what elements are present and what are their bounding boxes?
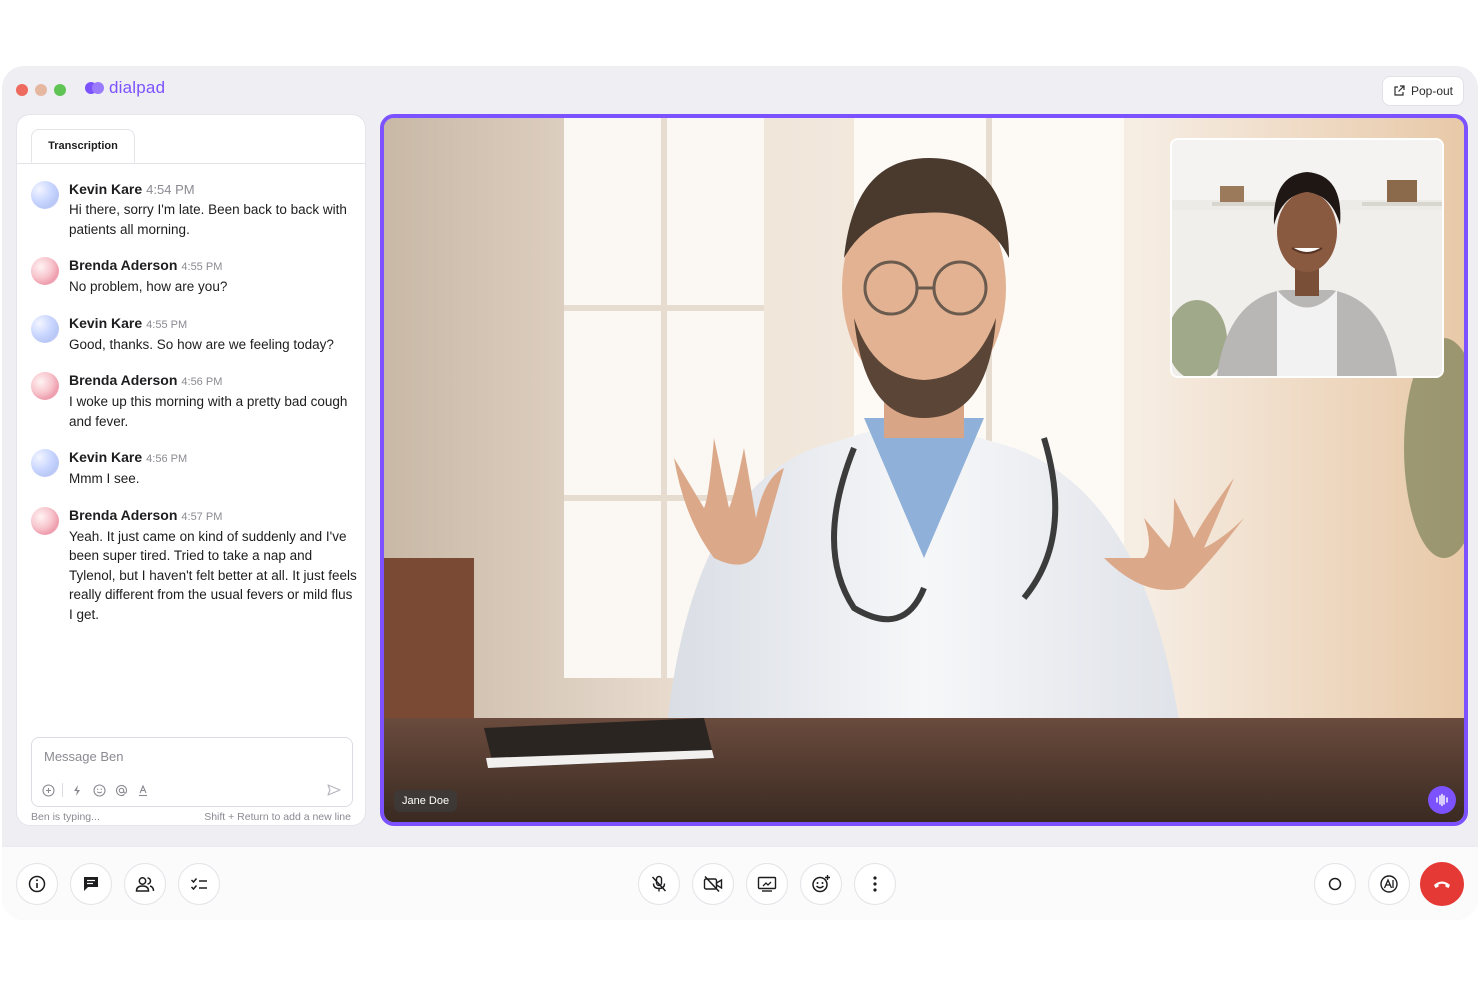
mention-icon[interactable]	[113, 782, 129, 798]
message-author: Brenda Aderson	[69, 372, 178, 388]
transcription-panel: Transcription Kevin Kare 4:54 PM Hi there…	[16, 114, 366, 826]
mute-button[interactable]	[638, 863, 680, 905]
message-time: 4:56 PM	[181, 376, 223, 388]
info-button[interactable]	[16, 863, 58, 905]
reactions-button[interactable]	[800, 863, 842, 905]
composer-toolbar	[40, 782, 151, 798]
composer-hint: Shift + Return to add a new line	[204, 811, 351, 823]
message-text: Yeah. It just came on kind of suddenly a…	[69, 528, 357, 622]
message-item: Kevin Kare 4:55 PM Good, thanks. So how a…	[31, 313, 357, 355]
text-format-icon[interactable]	[135, 782, 151, 798]
avatar	[31, 257, 59, 285]
avatar	[31, 181, 59, 209]
app-window: dialpad Pop-out Transcription Kevin Kare…	[2, 66, 1478, 920]
more-icon	[873, 876, 877, 892]
logo-text: dialpad	[109, 78, 166, 97]
popout-label: Pop-out	[1410, 84, 1453, 98]
message-text: Good, thanks. So how are we feeling toda…	[69, 336, 334, 352]
end-call-icon	[1434, 881, 1450, 888]
video-feed-patient	[1172, 140, 1442, 376]
info-icon	[28, 875, 46, 893]
message-author: Kevin Kare	[69, 449, 143, 465]
toolbar-divider	[62, 783, 63, 797]
screen-share-button[interactable]	[746, 863, 788, 905]
maximize-window-button[interactable]	[54, 84, 66, 96]
message-text: I woke up this morning with a pretty bad…	[69, 394, 348, 429]
more-options-button[interactable]	[854, 863, 896, 905]
message-item: Kevin Kare 4:56 PM Mmm I see.	[31, 447, 357, 489]
call-controls	[2, 846, 1478, 920]
avatar	[31, 506, 59, 535]
participants-button[interactable]	[124, 863, 166, 905]
participant-name: Jane Doe	[402, 795, 450, 807]
ai-assist-button[interactable]	[1368, 863, 1410, 905]
minimize-window-button[interactable]	[35, 84, 47, 96]
window-controls	[16, 84, 66, 96]
avatar	[31, 372, 59, 400]
participant-label: Jane Doe	[394, 790, 458, 812]
typing-status: Ben is typing...	[31, 811, 100, 823]
message-item: Brenda Aderson 4:55 PM No problem, how ar…	[31, 255, 357, 297]
avatar	[31, 449, 59, 477]
dialpad-logo-icon	[85, 82, 104, 94]
message-time: 4:55 PM	[146, 318, 188, 331]
screen-share-icon	[757, 876, 777, 892]
chat-icon	[84, 877, 98, 891]
message-item: Kevin Kare 4:54 PM Hi there, sorry I'm la…	[31, 179, 357, 239]
audio-activity-button[interactable]	[1428, 786, 1456, 814]
popout-button[interactable]: Pop-out	[1381, 76, 1464, 106]
chat-button[interactable]	[70, 863, 112, 905]
tasks-button[interactable]	[178, 863, 220, 905]
soundwave-icon	[1436, 793, 1448, 807]
avatar	[31, 314, 59, 343]
send-icon[interactable]	[326, 782, 342, 798]
message-text: No problem, how are you?	[69, 279, 228, 294]
message-author: Kevin Kare	[69, 314, 143, 331]
tasks-icon	[190, 878, 207, 891]
mic-off-icon	[651, 875, 667, 892]
message-item: Brenda Aderson 4:57 PM Yeah. It just came…	[31, 505, 357, 625]
message-item: Brenda Aderson 4:56 PM I woke up this mor…	[31, 370, 357, 431]
message-author: Kevin Kare	[69, 181, 143, 197]
main-video: Jane Doe	[380, 114, 1468, 826]
video-toggle-button[interactable]	[692, 863, 734, 905]
message-time: 4:54 PM	[146, 182, 195, 197]
external-link-icon	[1394, 85, 1405, 96]
end-call-button[interactable]	[1420, 862, 1464, 906]
message-time: 4:56 PM	[146, 453, 188, 465]
tab-transcription-label: Transcription	[48, 140, 118, 152]
tab-bar: Transcription	[17, 115, 365, 164]
reactions-icon	[812, 875, 830, 893]
self-view-video[interactable]	[1170, 138, 1444, 378]
close-window-button[interactable]	[16, 84, 28, 96]
message-time: 4:57 PM	[181, 510, 223, 523]
ai-icon	[1380, 875, 1398, 893]
message-list: Kevin Kare 4:54 PM Hi there, sorry I'm la…	[31, 179, 357, 640]
emoji-icon[interactable]	[91, 782, 107, 798]
record-icon	[1328, 877, 1342, 891]
message-text: Hi there, sorry I'm late. Been back to b…	[69, 202, 347, 237]
participants-icon	[135, 877, 155, 892]
video-off-icon	[703, 875, 723, 893]
record-button[interactable]	[1314, 863, 1356, 905]
message-input[interactable]	[42, 748, 336, 765]
add-attachment-icon[interactable]	[40, 782, 56, 798]
message-composer	[31, 737, 353, 807]
message-text: Mmm I see.	[69, 471, 140, 486]
lightning-icon[interactable]	[69, 782, 85, 798]
dialpad-logo: dialpad	[85, 78, 165, 98]
message-author: Brenda Aderson	[69, 506, 178, 523]
message-time: 4:55 PM	[181, 261, 223, 273]
message-author: Brenda Aderson	[69, 257, 178, 273]
tab-transcription[interactable]: Transcription	[31, 129, 135, 163]
